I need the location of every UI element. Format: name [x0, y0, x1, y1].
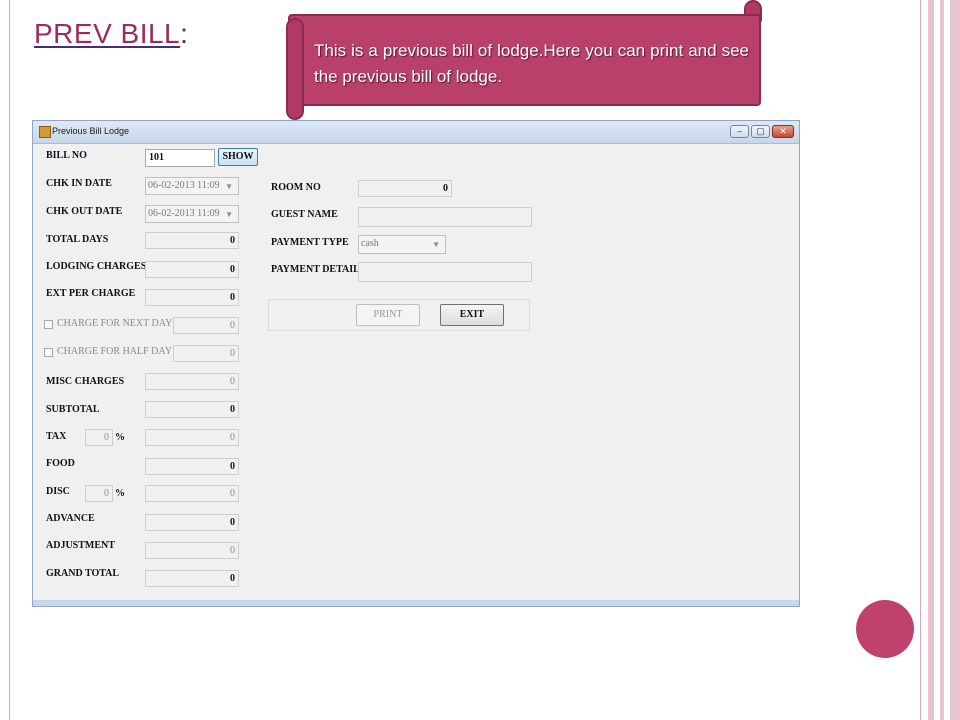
adjustment-label: ADJUSTMENT — [46, 540, 115, 551]
payment-detail-label: PAYMENT DETAIL — [271, 264, 360, 275]
callout-banner: This is a previous bill of lodge.Here yo… — [288, 14, 761, 106]
food-field: 0 — [145, 458, 239, 475]
subtotal-label: SUBTOTAL — [46, 404, 100, 415]
tax-label: TAX — [46, 431, 67, 442]
guest-name-field — [358, 207, 532, 227]
chk-out-date-picker[interactable]: 06-02-2013 11:09 ▼ — [145, 205, 239, 223]
lodging-charges-field: 0 — [145, 261, 239, 278]
chevron-down-icon: ▼ — [432, 240, 440, 249]
ext-per-charge-label: EXT PER CHARGE — [46, 288, 136, 299]
chk-in-date-label: CHK IN DATE — [46, 178, 112, 189]
advance-field: 0 — [145, 514, 239, 531]
payment-type-label: PAYMENT TYPE — [271, 237, 349, 248]
chk-out-date-value: 06-02-2013 11:09 — [148, 208, 220, 219]
advance-label: ADVANCE — [46, 513, 95, 524]
grand-total-field: 0 — [145, 570, 239, 587]
payment-detail-field — [358, 262, 532, 282]
guest-name-label: GUEST NAME — [271, 209, 338, 220]
maximize-button[interactable]: ▢ — [751, 125, 770, 138]
right-decor-band — [928, 0, 934, 720]
charge-next-day-label: CHARGE FOR NEXT DAY — [57, 318, 173, 329]
adjustment-field[interactable]: 0 — [145, 542, 239, 559]
close-button[interactable]: ✕ — [772, 125, 794, 138]
minimize-button[interactable]: – — [730, 125, 749, 138]
payment-type-value: cash — [361, 238, 379, 249]
misc-charges-label: MISC CHARGES — [46, 376, 125, 387]
chk-in-date-picker[interactable]: 06-02-2013 11:09 ▼ — [145, 177, 239, 195]
lodging-charges-label: LODGING CHARGES — [46, 261, 147, 272]
tax-percent-sign: % — [115, 432, 125, 443]
app-icon — [39, 126, 51, 138]
window-title: Previous Bill Lodge — [52, 126, 130, 136]
callout-text: This is a previous bill of lodge.Here yo… — [314, 41, 749, 86]
misc-charges-field[interactable]: 0 — [145, 373, 239, 390]
payment-type-select[interactable]: cash ▼ — [358, 235, 446, 254]
grand-total-label: GRAND TOTAL — [46, 568, 120, 579]
charge-next-day-checkbox[interactable] — [44, 320, 53, 329]
tax-field: 0 — [145, 429, 239, 446]
bill-no-input[interactable]: 101 — [145, 149, 215, 167]
chk-out-date-label: CHK OUT DATE — [46, 206, 123, 217]
left-border-line — [9, 0, 10, 720]
charge-half-day-field[interactable]: 0 — [173, 345, 239, 362]
slide-title-text: PREV BILL — [34, 18, 181, 49]
callout-scroll-curl-left — [286, 18, 304, 120]
total-days-label: TOTAL DAYS — [46, 234, 109, 245]
slide-title: PREV BILL: — [34, 18, 188, 50]
chevron-down-icon: ▼ — [225, 182, 233, 191]
right-decor-band-3 — [950, 0, 960, 720]
disc-label: DISC — [46, 486, 70, 497]
right-border-line — [920, 0, 921, 720]
subtotal-field: 0 — [145, 401, 239, 418]
previous-bill-window: Previous Bill Lodge – ▢ ✕ BILL NO 101 SH… — [32, 120, 800, 607]
charge-next-day-field[interactable]: 0 — [173, 317, 239, 334]
total-days-field: 0 — [145, 232, 239, 249]
decor-circle — [856, 600, 914, 658]
charge-half-day-label: CHARGE FOR HALF DAY — [57, 346, 172, 357]
exit-button[interactable]: EXIT — [440, 304, 504, 326]
chevron-down-icon: ▼ — [225, 210, 233, 219]
right-decor-band-2 — [940, 0, 944, 720]
window-titlebar: Previous Bill Lodge – ▢ ✕ — [33, 121, 799, 144]
disc-percent-field[interactable]: 0 — [85, 485, 113, 502]
disc-percent-sign: % — [115, 488, 125, 499]
bill-no-label: BILL NO — [46, 150, 87, 161]
slide-title-colon: : — [180, 18, 189, 49]
window-bottom-strip — [33, 600, 799, 606]
ext-per-charge-field: 0 — [145, 289, 239, 306]
chk-in-date-value: 06-02-2013 11:09 — [148, 180, 220, 191]
charge-half-day-checkbox[interactable] — [44, 348, 53, 357]
show-button[interactable]: SHOW — [218, 148, 258, 166]
food-label: FOOD — [46, 458, 75, 469]
disc-field: 0 — [145, 485, 239, 502]
room-no-field: 0 — [358, 180, 452, 197]
tax-percent-field[interactable]: 0 — [85, 429, 113, 446]
print-button[interactable]: PRINT — [356, 304, 420, 326]
room-no-label: ROOM NO — [271, 182, 321, 193]
